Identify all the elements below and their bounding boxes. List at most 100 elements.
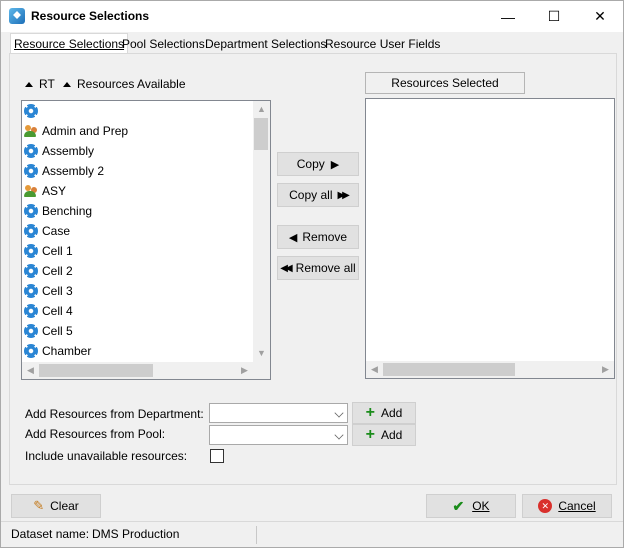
scroll-up-icon[interactable]: ▲ xyxy=(253,101,270,118)
copy-all-button[interactable]: Copy all ▶▶ xyxy=(277,183,359,207)
plus-icon: + xyxy=(365,426,375,443)
list-item-label: Assembly 2 xyxy=(42,164,105,178)
resources-available-header[interactable]: Resources Available xyxy=(63,77,186,91)
cancel-icon: ✕ xyxy=(538,499,553,513)
pool-filter-label: Add Resources from Pool: xyxy=(25,427,166,441)
close-button[interactable]: ✕ xyxy=(577,1,623,32)
copy-all-label: Copy all xyxy=(289,188,333,202)
add-pool-button[interactable]: + Add xyxy=(352,424,416,446)
gear-icon xyxy=(24,284,38,298)
clear-button[interactable]: ✎ Clear xyxy=(11,494,101,518)
list-item[interactable]: Cell 1 xyxy=(24,241,73,261)
list-item-label: Cell 2 xyxy=(42,264,73,278)
chevron-down-icon xyxy=(334,408,344,418)
scroll-left-icon[interactable]: ◀ xyxy=(366,361,383,378)
right-arrow-icon: ▶ xyxy=(330,158,340,171)
app-icon xyxy=(9,8,25,24)
list-item-label: Case xyxy=(42,224,71,238)
gear-icon xyxy=(24,244,38,258)
ok-label: OK xyxy=(472,499,490,513)
resources-selected-header[interactable]: Resources Selected xyxy=(365,72,525,94)
scroll-thumb[interactable] xyxy=(39,364,153,377)
resources-available-label: Resources Available xyxy=(77,77,186,91)
people-icon xyxy=(24,184,38,198)
remove-label: Remove xyxy=(302,230,348,244)
cancel-button[interactable]: ✕ Cancel xyxy=(522,494,612,518)
chevron-down-icon xyxy=(334,430,344,440)
maximize-button[interactable]: ☐ xyxy=(531,1,577,32)
list-item[interactable]: Benching xyxy=(24,201,92,221)
list-item[interactable]: Cell 5 xyxy=(24,321,73,341)
add-department-button[interactable]: + Add xyxy=(352,402,416,424)
vertical-scrollbar[interactable]: ▲ ▼ xyxy=(253,101,270,362)
list-item[interactable]: Cell 3 xyxy=(24,281,73,301)
tab-label: Resource Selections xyxy=(14,37,125,51)
list-item[interactable]: Cell 2 xyxy=(24,261,73,281)
gear-icon xyxy=(24,224,38,238)
include-unavailable-checkbox[interactable] xyxy=(210,449,224,463)
tab-label: Pool Selections xyxy=(122,37,205,51)
copy-button[interactable]: Copy ▶ xyxy=(277,152,359,176)
minimize-button[interactable]: — xyxy=(485,1,531,32)
sort-ascending-icon xyxy=(63,81,71,87)
remove-all-button[interactable]: ◀◀ Remove all xyxy=(277,256,359,280)
gear-icon xyxy=(24,324,38,338)
gear-icon xyxy=(24,204,38,218)
remove-button[interactable]: ◀ Remove xyxy=(277,225,359,249)
list-item[interactable]: Chamber xyxy=(24,341,91,361)
list-item-label: Benching xyxy=(42,204,93,218)
sort-rt-header[interactable]: RT xyxy=(25,77,55,91)
list-item[interactable]: Case xyxy=(24,221,70,241)
list-item[interactable]: Assembly xyxy=(24,141,94,161)
list-item[interactable]: Assembly 2 xyxy=(24,161,104,181)
remove-all-label: Remove all xyxy=(295,261,356,275)
pool-combo[interactable] xyxy=(209,425,348,445)
checkmark-icon: ✔ xyxy=(452,497,465,514)
sort-ascending-icon xyxy=(25,81,33,87)
list-item-label: ASY xyxy=(42,184,67,198)
scroll-thumb[interactable] xyxy=(254,118,268,150)
dataset-label: Dataset name: xyxy=(11,527,90,541)
list-item-label: Assembly xyxy=(42,144,95,158)
unavailable-label: Include unavailable resources: xyxy=(25,449,188,463)
scroll-right-icon[interactable]: ▶ xyxy=(236,362,253,379)
scroll-left-icon[interactable]: ◀ xyxy=(22,362,39,379)
list-item[interactable] xyxy=(24,101,42,121)
scroll-corner xyxy=(253,362,270,379)
list-item[interactable]: ASY xyxy=(24,181,66,201)
resources-available-list[interactable]: Admin and Prep Assembly Assembly 2 ASY Bench… xyxy=(21,100,271,380)
tab-pool-selections[interactable]: Pool Selections xyxy=(119,35,208,54)
gear-icon xyxy=(24,144,38,158)
list-item-label: Cell 4 xyxy=(42,304,73,318)
title-bar: Resource Selections — ☐ ✕ xyxy=(1,1,623,32)
gear-icon xyxy=(24,164,38,178)
tab-department-selections[interactable]: Department Selections xyxy=(202,35,329,54)
clear-label: Clear xyxy=(50,499,79,513)
ok-button[interactable]: ✔ OK xyxy=(426,494,516,518)
list-item[interactable]: Admin and Prep xyxy=(24,121,128,141)
list-item-label: Cell 3 xyxy=(42,284,73,298)
scroll-right-icon[interactable]: ▶ xyxy=(597,361,614,378)
gear-icon xyxy=(24,264,38,278)
scroll-thumb[interactable] xyxy=(383,363,515,376)
scroll-down-icon[interactable]: ▼ xyxy=(253,345,270,362)
eraser-icon: ✎ xyxy=(33,498,45,513)
double-right-arrow-icon: ▶▶ xyxy=(337,189,350,201)
copy-label: Copy xyxy=(296,157,325,171)
gear-icon xyxy=(24,104,38,118)
horizontal-scrollbar[interactable]: ◀ ▶ xyxy=(366,361,614,378)
resource-selections-window: Resource Selections — ☐ ✕ Resource Selec… xyxy=(0,0,624,548)
department-combo[interactable] xyxy=(209,403,348,423)
resources-selected-label: Resources Selected xyxy=(391,76,499,90)
tab-strip: Resource Selections Pool Selections Depa… xyxy=(1,32,623,54)
window-title: Resource Selections xyxy=(31,9,150,23)
tab-label: Department Selections xyxy=(205,37,327,51)
tab-resource-user-fields[interactable]: Resource User Fields xyxy=(322,35,443,54)
tab-resource-selections[interactable]: Resource Selections xyxy=(10,33,129,54)
resources-selected-list[interactable]: ◀ ▶ xyxy=(365,98,615,379)
gear-icon xyxy=(24,344,38,358)
gear-icon xyxy=(24,304,38,318)
cancel-label: Cancel xyxy=(558,499,596,513)
list-item[interactable]: Cell 4 xyxy=(24,301,73,321)
horizontal-scrollbar[interactable]: ◀ ▶ xyxy=(22,362,253,379)
